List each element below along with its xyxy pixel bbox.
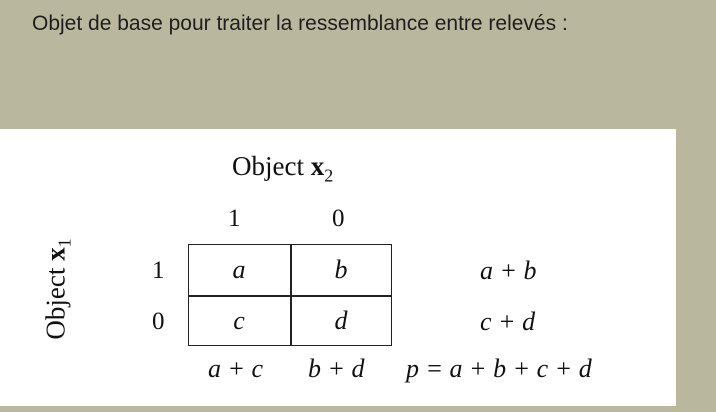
row-total-1: a + b xyxy=(480,256,537,285)
column-header-variable: x xyxy=(310,151,325,181)
column-header-text: Object xyxy=(232,151,311,181)
column-header-subscript: 2 xyxy=(324,165,334,186)
row-header-variable: x xyxy=(40,247,71,261)
column-total-0: b + d xyxy=(308,354,365,383)
column-label-1: 1 xyxy=(228,205,241,232)
row-header: Object x1 xyxy=(40,238,75,339)
column-total-1: a + c xyxy=(208,354,264,383)
row-total-0: c + d xyxy=(480,307,536,336)
grid-divider-horizontal xyxy=(189,295,391,297)
row-label-0: 0 xyxy=(152,308,165,335)
row-header-subscript: 1 xyxy=(54,238,75,248)
cell-d: d xyxy=(334,306,348,335)
column-header: Object x2 xyxy=(232,151,333,186)
contingency-grid: a b c d xyxy=(188,244,392,346)
row-header-text: Object xyxy=(40,260,71,340)
cell-a: a xyxy=(232,255,246,284)
cell-c: c xyxy=(233,306,245,335)
contingency-figure: Object x2 1 0 Object x1 1 0 a b c d a + … xyxy=(0,129,676,406)
row-label-1: 1 xyxy=(152,257,165,284)
column-label-0: 0 xyxy=(332,205,345,232)
grand-total: p = a + b + c + d xyxy=(406,354,592,383)
heading: Objet de base pour traiter la ressemblan… xyxy=(32,12,568,35)
cell-b: b xyxy=(334,255,348,284)
